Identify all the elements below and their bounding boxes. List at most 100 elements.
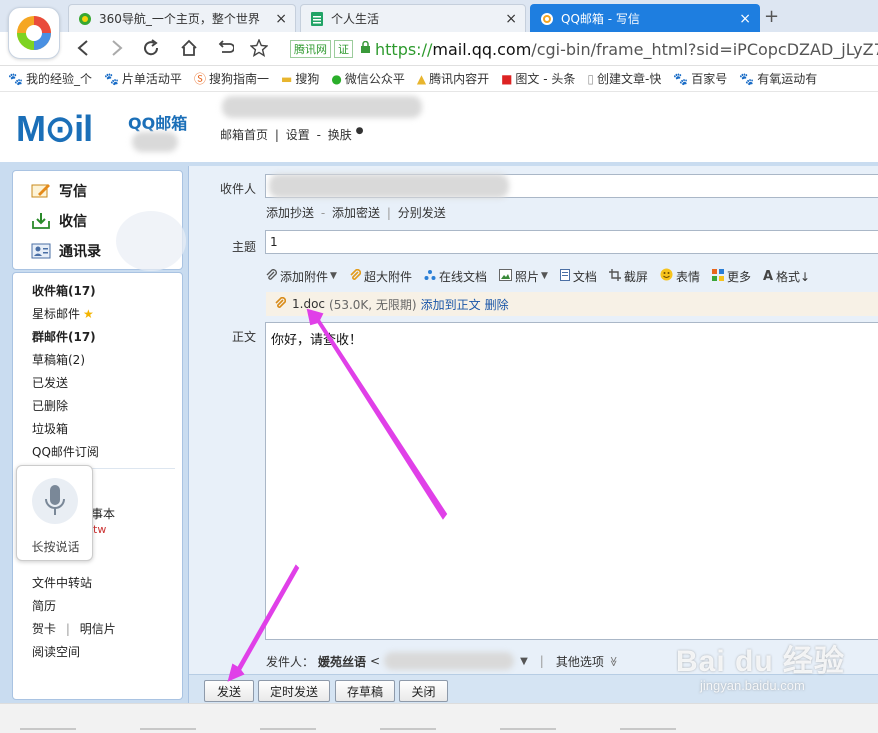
separate-send-link[interactable]: 分别发送 — [398, 206, 446, 220]
send-button[interactable]: 发送 — [204, 680, 254, 702]
chevron-down-icon[interactable]: ▼ — [541, 271, 548, 281]
browser-logo-icon[interactable] — [8, 7, 60, 59]
undo-icon[interactable] — [214, 37, 236, 59]
close-icon[interactable]: × — [505, 11, 517, 27]
refresh-icon[interactable] — [140, 37, 162, 59]
compose-toolbar: 添加附件 ▼ 超大附件 在线文档 照片 ▼ 文档 截屏 表情 更多 A 格式↓ — [265, 266, 822, 286]
mailbox-home-link[interactable]: 邮箱首页 — [220, 128, 268, 142]
taskbar-slot[interactable] — [620, 728, 676, 733]
format-text-icon: A — [762, 268, 774, 284]
message-body-editor[interactable]: 你好，请查收！ — [265, 322, 878, 640]
delete-attachment-link[interactable]: 删除 — [485, 296, 509, 313]
bookmark-item[interactable]: 🐾 百家号 — [673, 70, 727, 87]
tool-label: 表情 — [675, 269, 700, 284]
emoji-button[interactable]: 表情 — [660, 268, 700, 285]
more-button[interactable]: 更多 — [711, 268, 751, 285]
separator: | — [386, 206, 391, 220]
tab-qq-mail[interactable]: QQ邮箱 - 写信 × — [530, 4, 760, 32]
bookmark-item[interactable]: ▯ 创建文章-快 — [587, 70, 661, 87]
chevron-down-icon[interactable]: ≫ — [608, 656, 619, 666]
taskbar-slot[interactable] — [140, 728, 196, 733]
screenshot-button[interactable]: 截屏 — [608, 268, 648, 285]
file-transfer-link[interactable]: 文件中转站 — [32, 574, 92, 591]
360-nav-icon — [77, 11, 93, 27]
reading-space-link[interactable]: 阅读空间 — [32, 643, 80, 660]
qq-mail-logo[interactable]: M⊙il — [16, 108, 93, 150]
notebook-link[interactable]: 事本 — [91, 505, 115, 522]
format-button[interactable]: A 格式↓ — [763, 268, 810, 285]
paperclip-icon — [274, 296, 287, 312]
taskbar-slot[interactable] — [260, 728, 316, 733]
folder-drafts[interactable]: 草稿箱(2) — [32, 351, 85, 368]
postcard-link[interactable]: 明信片 — [80, 622, 116, 636]
settings-link[interactable]: 设置 — [286, 128, 310, 142]
check-mail-button[interactable]: 收信 — [31, 211, 87, 231]
folder-deleted[interactable]: 已删除 — [32, 397, 68, 414]
photo-button[interactable]: 照片 ▼ — [498, 268, 548, 285]
document-button[interactable]: 文档 — [559, 268, 597, 285]
folder-subscriptions[interactable]: QQ邮件订阅 — [32, 443, 99, 460]
microphone-icon[interactable] — [32, 478, 78, 524]
bookmark-item[interactable]: ■ 图文 - 头条 — [501, 70, 575, 87]
message-body-text: 你好，请查收！ — [271, 333, 363, 348]
subject-field[interactable]: 1 — [265, 230, 878, 254]
tab-personal-life[interactable]: 个人生活 × — [300, 4, 526, 32]
inbox-download-icon — [31, 212, 51, 230]
online-doc-button[interactable]: 在线文档 — [424, 268, 487, 285]
folder-spam[interactable]: 垃圾箱 — [32, 420, 68, 437]
add-bcc-link[interactable]: 添加密送 — [332, 206, 380, 220]
chevron-down-icon[interactable]: ▼ — [330, 271, 337, 281]
folder-inbox[interactable]: 收件箱(17) — [32, 282, 96, 299]
bookmark-label: 搜狗指南一 — [208, 72, 269, 86]
folder-sent[interactable]: 已发送 — [32, 374, 68, 391]
folder-starred[interactable]: 星标邮件 ★ — [32, 305, 94, 322]
change-skin-link[interactable]: 换肤 — [328, 128, 352, 142]
voice-input-popup[interactable]: 长按说话 — [16, 465, 93, 561]
taskbar-slot[interactable] — [380, 728, 436, 733]
bookmark-item[interactable]: ▬ 搜狗 — [281, 70, 319, 87]
taskbar-slot[interactable] — [500, 728, 556, 733]
tool-label: 文档 — [572, 269, 597, 284]
scheduled-send-button[interactable]: 定时发送 — [258, 680, 330, 702]
taskbar — [0, 703, 878, 733]
favorite-star-icon[interactable] — [248, 37, 270, 59]
bookmark-item[interactable]: 🐾 我的经验_个 — [8, 70, 92, 87]
bookmark-item[interactable]: 🐾 有氧运动有 — [739, 70, 817, 87]
url-host: mail.qq.com — [432, 39, 532, 59]
tool-label: 超大附件 — [363, 269, 412, 284]
close-button[interactable]: 关闭 — [399, 680, 448, 702]
home-icon[interactable] — [178, 37, 200, 59]
greeting-card-link[interactable]: 贺卡 — [32, 622, 56, 636]
contacts-icon — [31, 242, 51, 260]
compose-button[interactable]: 写信 — [31, 181, 87, 201]
save-draft-button[interactable]: 存草稿 — [335, 680, 395, 702]
close-icon[interactable]: × — [739, 11, 751, 27]
folder-label: 星标邮件 — [32, 307, 81, 321]
bookmark-item[interactable]: ● 微信公众平 — [331, 70, 405, 87]
bookmark-item[interactable]: Ⓢ 搜狗指南一 — [194, 70, 269, 87]
address-bar[interactable]: 腾讯网 证 https:// mail.qq.com /cgi-bin/fram… — [290, 36, 878, 62]
bookmark-label: 百家号 — [691, 72, 728, 86]
sheet-icon — [309, 11, 325, 27]
add-cc-link[interactable]: 添加抄送 — [266, 206, 314, 220]
close-icon[interactable]: × — [275, 11, 287, 27]
new-tab-icon[interactable]: + — [764, 6, 779, 27]
large-attachment-button[interactable]: 超大附件 — [349, 268, 412, 285]
taskbar-slot[interactable] — [20, 728, 76, 733]
bookmark-item[interactable]: 🐾 片单活动平 — [104, 70, 182, 87]
folder-group-mail[interactable]: 群邮件(17) — [32, 328, 96, 345]
add-to-body-link[interactable]: 添加到正文 — [421, 296, 481, 313]
attachment-name[interactable]: 1.doc — [292, 297, 325, 311]
bookmark-item[interactable]: ▲ 腾讯内容开 — [417, 70, 489, 87]
baidu-jingyan-watermark: Bai du 经验 jingyan.baidu.com — [676, 636, 845, 693]
other-options-link[interactable]: 其他选项 — [556, 653, 604, 670]
resume-link[interactable]: 简历 — [32, 597, 56, 614]
forward-icon[interactable] — [106, 37, 128, 59]
cert-badge[interactable]: 证 — [334, 40, 353, 58]
back-icon[interactable] — [72, 37, 94, 59]
contacts-button[interactable]: 通讯录 — [31, 241, 101, 261]
add-attachment-button[interactable]: 添加附件 ▼ — [265, 268, 337, 285]
tab-360-nav[interactable]: 360导航_一个主页，整个世界 × — [68, 4, 296, 32]
star-icon: ★ — [83, 307, 94, 321]
sender-select-chevron-icon[interactable]: ▼ — [520, 656, 528, 667]
